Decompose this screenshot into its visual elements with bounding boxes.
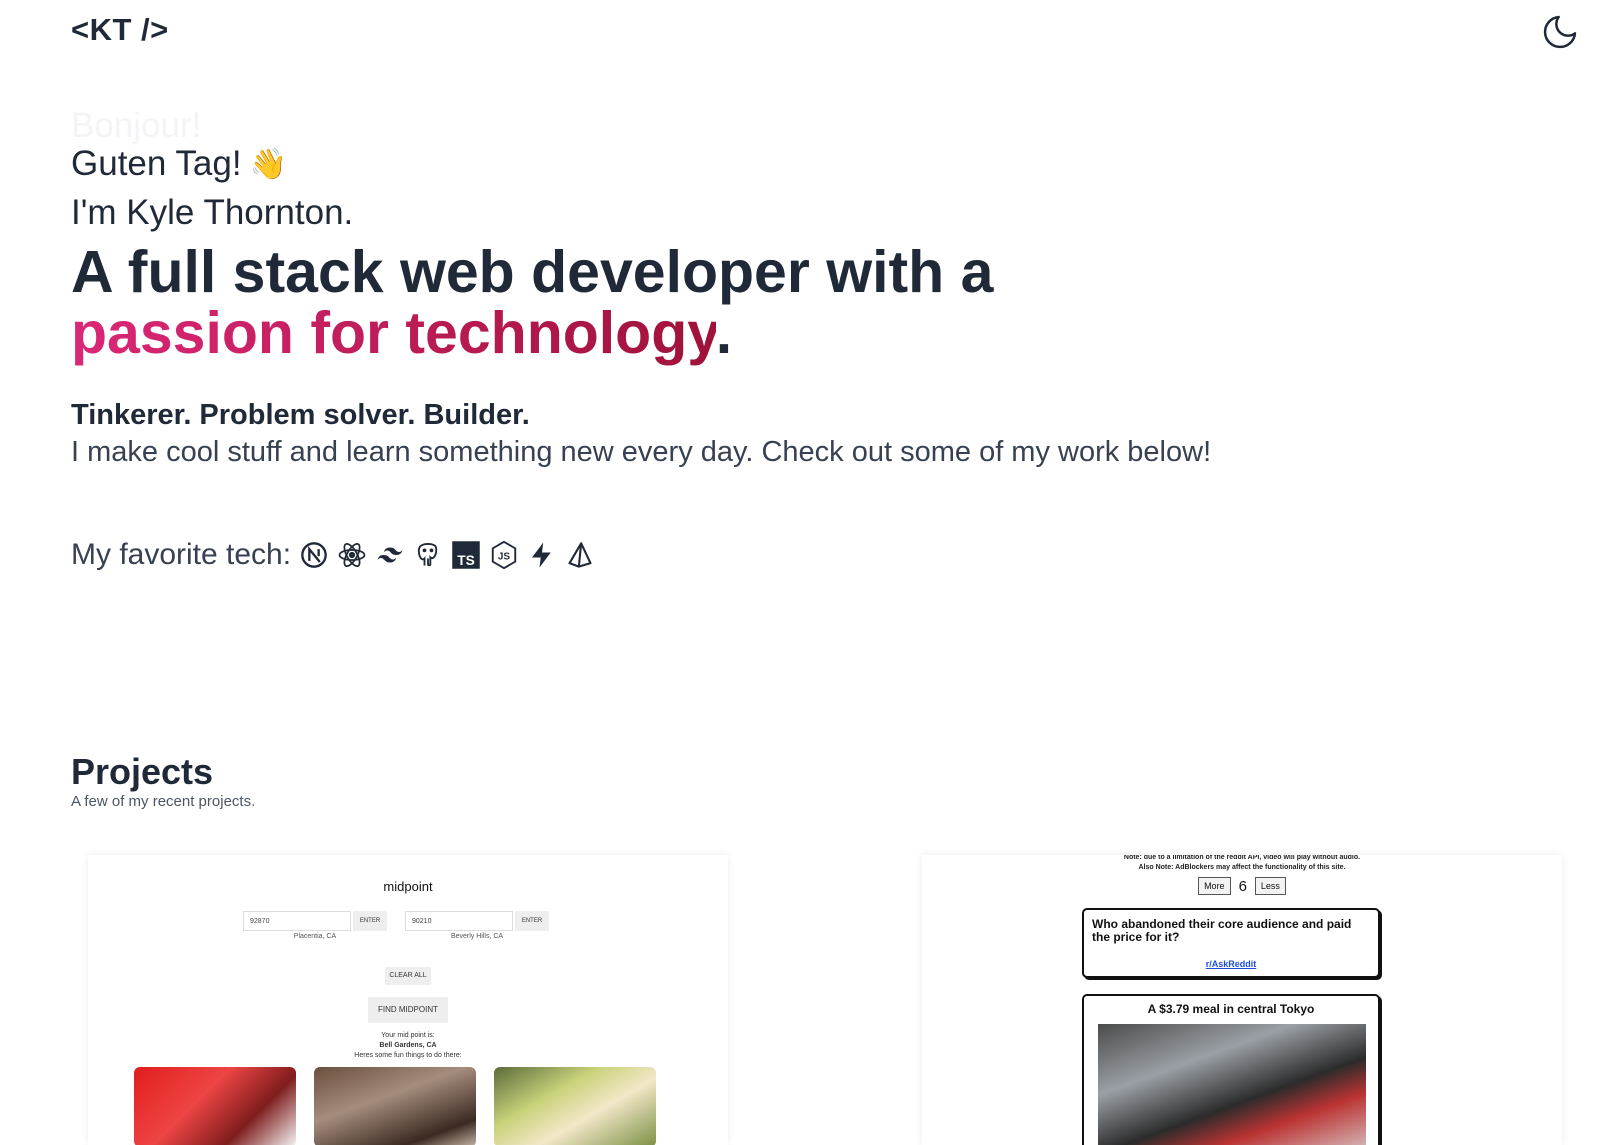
site-logo[interactable]: <KT /> <box>71 12 169 48</box>
reddit-post-title: A $3.79 meal in central Tokyo <box>1147 1002 1315 1016</box>
midpoint-result-city: Bell Gardens, CA <box>379 1042 437 1049</box>
zip-enter-button-1[interactable]: ENTER <box>353 911 387 931</box>
subreddit-link[interactable]: r/AskReddit <box>1084 959 1378 969</box>
greeting: Guten Tag! 👋 <box>71 144 287 184</box>
nextjs-icon <box>299 540 329 570</box>
greeting-faded: Bonjour! <box>71 106 202 145</box>
zip-enter-button-2[interactable]: ENTER <box>515 911 549 931</box>
reddit-post[interactable]: A $3.79 meal in central Tokyo <box>1082 994 1380 1145</box>
headline-period: . <box>715 300 733 366</box>
hero-headline: A full stack web developer with a passio… <box>71 242 1171 364</box>
midpoint-result-hint: Heres some fun things to do there: <box>354 1052 462 1059</box>
project-card-reddit[interactable]: Note: due to a limitation of the reddit … <box>922 855 1562 1145</box>
reddit-controls: More 6 Less <box>922 877 1562 895</box>
headline-text: A full stack web developer with a <box>71 239 994 305</box>
reddit-note: Note: due to a limitation of the reddit … <box>922 855 1562 873</box>
more-button[interactable]: More <box>1198 877 1231 895</box>
reddit-note-line2: Also Note: AdBlockers may affect the fun… <box>1138 864 1346 871</box>
projects-title: Projects <box>71 751 214 792</box>
svg-text:JS: JS <box>498 551 511 562</box>
typescript-icon: TS <box>451 540 481 570</box>
zip-label-1: Placentia, CA <box>293 933 337 940</box>
less-button[interactable]: Less <box>1254 877 1286 895</box>
tech-label: My favorite tech: <box>71 538 292 571</box>
tagline: Tinkerer. Problem solver. Builder. <box>71 399 530 431</box>
intro-name: I'm Kyle Thornton. <box>71 193 354 232</box>
favorite-tech: My favorite tech: TS JS <box>71 538 595 572</box>
prisma-icon <box>565 540 595 570</box>
react-icon <box>337 540 367 570</box>
clear-all-button[interactable]: CLEAR ALL <box>385 967 431 985</box>
svg-text:TS: TS <box>457 553 475 568</box>
zip-label-2: Beverly Hills, CA <box>450 933 504 940</box>
about-text: I make cool stuff and learn something ne… <box>71 436 1212 468</box>
reddit-note-line1: Note: due to a limitation of the reddit … <box>1123 855 1361 861</box>
zip-input-2[interactable]: 90210 <box>405 911 513 931</box>
wave-icon: 👋 <box>249 147 287 181</box>
zip-row-2: 90210 ENTER Beverly Hills, CA <box>405 911 549 940</box>
find-midpoint-button[interactable]: FIND MIDPOINT <box>368 997 448 1023</box>
reddit-post[interactable]: Who abandoned their core audience and pa… <box>1082 908 1380 978</box>
postgresql-icon <box>413 540 443 570</box>
tailwind-icon <box>375 540 405 570</box>
zip-input-1[interactable]: 92870 <box>243 911 351 931</box>
midpoint-title: midpoint <box>383 879 433 894</box>
activity-photo[interactable] <box>494 1067 656 1145</box>
supabase-icon <box>527 540 557 570</box>
activity-photo[interactable] <box>134 1067 296 1145</box>
activity-photo[interactable] <box>314 1067 476 1145</box>
headline-highlight: passion for technology <box>71 300 716 366</box>
reddit-post-image[interactable] <box>1098 1024 1366 1145</box>
project-card-midpoint[interactable]: midpoint 92870 ENTER Placentia, CA 90210… <box>88 855 728 1145</box>
nodejs-icon: JS <box>489 540 519 570</box>
projects-subtitle: A few of my recent projects. <box>71 793 256 810</box>
zip-row-1: 92870 ENTER Placentia, CA <box>243 911 387 940</box>
midpoint-result-label: Your mid point is: <box>381 1032 435 1039</box>
greeting-text: Guten Tag! <box>71 144 242 183</box>
post-count: 6 <box>1238 877 1247 895</box>
reddit-post-title: Who abandoned their core audience and pa… <box>1092 917 1352 944</box>
moon-icon[interactable] <box>1540 12 1580 52</box>
